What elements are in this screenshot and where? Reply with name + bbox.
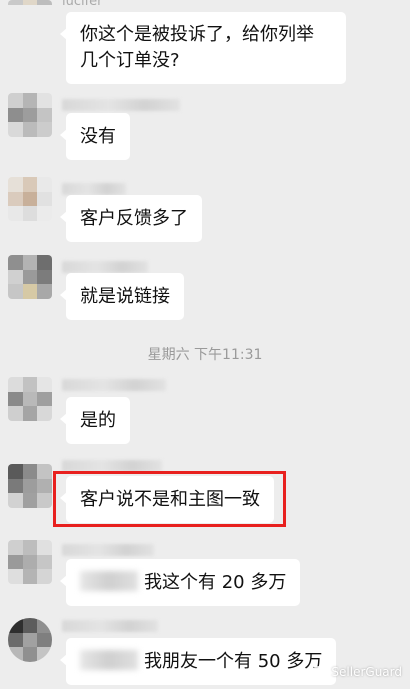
message-bubble[interactable]: 我朋友一个有 50 多万 xyxy=(59,638,337,685)
chat-message: lucifer 你这个是被投诉了，给你列举 几个订单没? xyxy=(0,0,410,90)
chat-message: 我这个有 20 多万 xyxy=(0,540,410,610)
message-text: 我这个有 20 多万 xyxy=(144,572,287,593)
avatar[interactable] xyxy=(8,93,52,137)
sender-name-blurred xyxy=(62,620,158,632)
avatar[interactable] xyxy=(8,618,52,662)
chat-message: 没有 xyxy=(0,93,410,163)
chat-timestamp: 星期六 下午11:31 xyxy=(147,347,263,363)
sender-name-blurred xyxy=(62,544,154,556)
redacted-text xyxy=(80,571,138,591)
message-bubble[interactable]: 是的 xyxy=(60,397,130,444)
sender-name-blurred xyxy=(62,261,148,273)
message-bubble[interactable]: 客户反馈多了 xyxy=(60,195,202,242)
watermark-label: SellerGuard xyxy=(331,665,402,679)
highlight-box xyxy=(53,471,286,527)
message-bubble[interactable]: 就是说链接 xyxy=(60,273,184,320)
avatar[interactable] xyxy=(8,464,52,508)
avatar[interactable] xyxy=(8,0,52,14)
message-bubble[interactable]: 我这个有 20 多万 xyxy=(59,559,301,606)
avatar[interactable] xyxy=(8,177,52,221)
avatar[interactable] xyxy=(8,540,52,584)
watermark: SellerGuard xyxy=(311,665,402,679)
chat-message: 客户反馈多了 xyxy=(0,177,410,247)
avatar[interactable] xyxy=(8,377,52,421)
chat-message: 就是说链接 xyxy=(0,255,410,325)
sender-name: lucifer xyxy=(62,0,103,9)
avatar[interactable] xyxy=(8,255,52,299)
sender-name-blurred xyxy=(62,183,126,195)
sender-name-blurred xyxy=(62,379,166,391)
message-bubble[interactable]: 没有 xyxy=(60,113,130,160)
wechat-icon xyxy=(311,665,331,679)
message-text: 我朋友一个有 50 多万 xyxy=(144,651,323,672)
sender-name-blurred xyxy=(62,99,180,111)
redacted-text xyxy=(80,650,138,670)
message-bubble[interactable]: 你这个是被投诉了，给你列举 几个订单没? xyxy=(60,12,346,84)
chat-message: 是的 xyxy=(0,377,410,447)
